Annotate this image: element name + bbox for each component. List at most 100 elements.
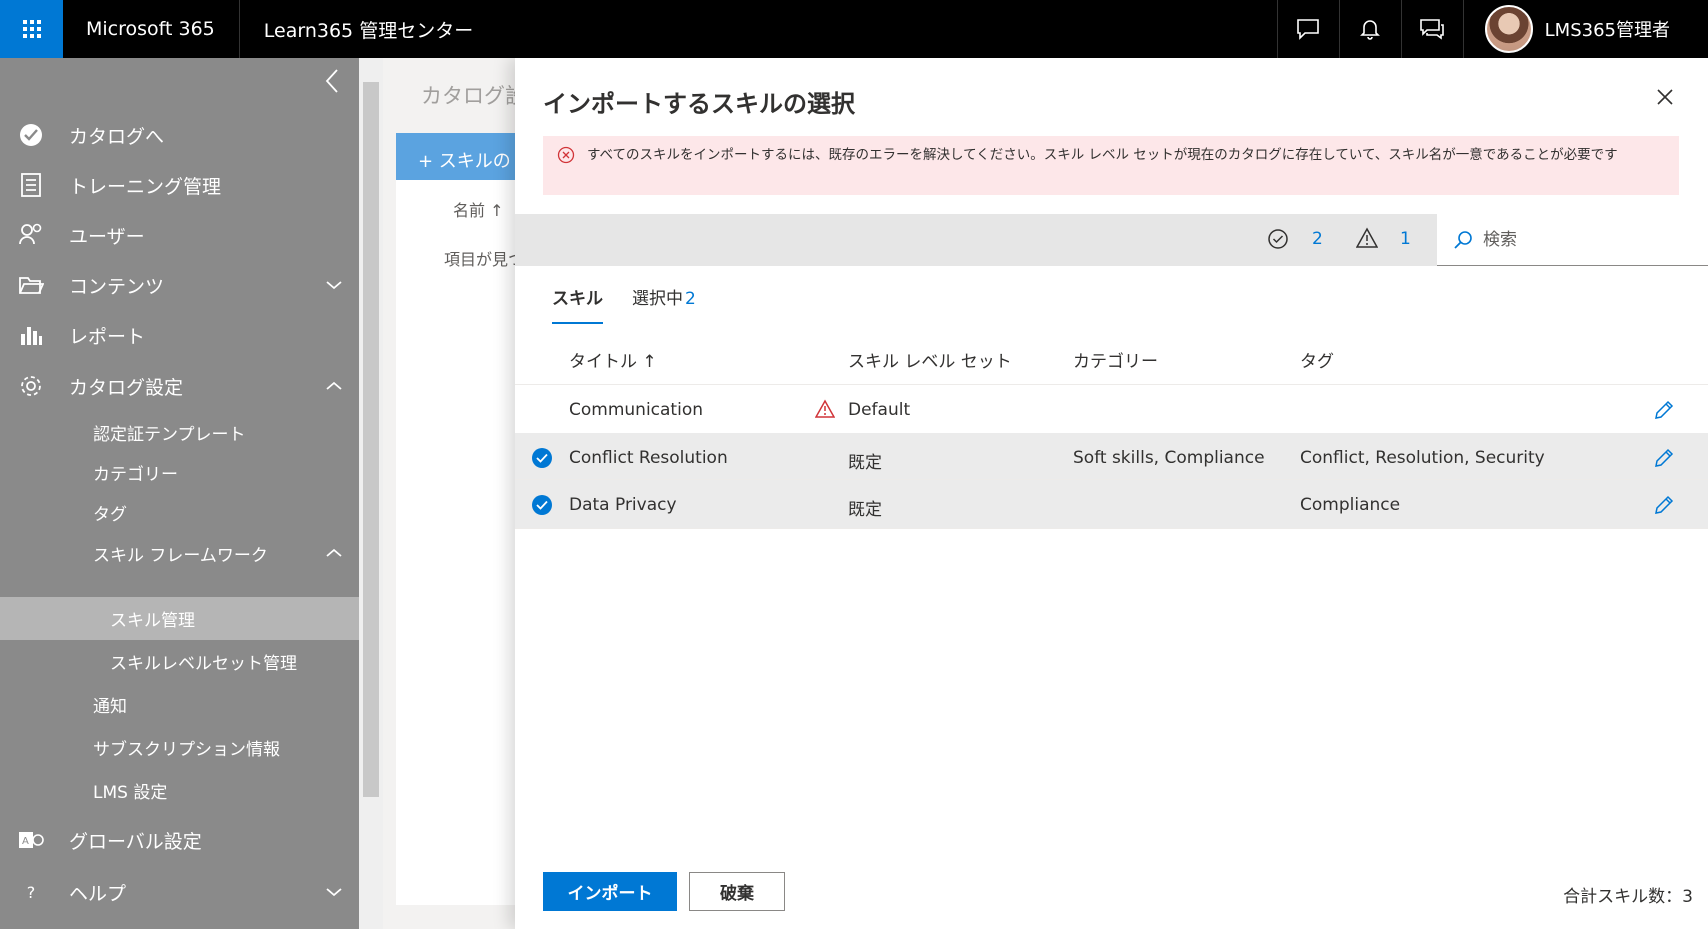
- background-list: [396, 180, 515, 905]
- sidebar: カタログへ トレーニング管理 ユーザー コンテンツ レポート カタログ設定 認定…: [0, 58, 359, 929]
- top-bar: Microsoft 365 Learn365 管理センター LMS365管理者: [0, 0, 1708, 58]
- sidebar-item-reports[interactable]: レポート: [0, 310, 359, 360]
- brand-label[interactable]: Microsoft 365: [63, 0, 240, 58]
- svg-text:A: A: [22, 836, 29, 847]
- empty-list-text: 項目が見つかりません: [444, 250, 515, 269]
- user-name: LMS365管理者: [1544, 20, 1670, 41]
- selected-check-icon[interactable]: [532, 448, 552, 468]
- avatar: [1484, 5, 1533, 53]
- skill-tags: Compliance: [1300, 495, 1401, 515]
- table-row[interactable]: Conflict Resolution 既定 Soft skills, Comp…: [515, 433, 1708, 480]
- folder-icon: [18, 272, 44, 298]
- edit-icon[interactable]: [1653, 494, 1675, 516]
- sidebar-item-label: サブスクリプション情報: [93, 740, 280, 760]
- skills-table: タイトル ↑ スキル レベル セット カテゴリー タグ Communicatio…: [515, 328, 1708, 529]
- warning-count[interactable]: 1: [1400, 229, 1411, 249]
- app-launcher-button[interactable]: [0, 0, 63, 58]
- skill-tags: Conflict, Resolution, Security: [1300, 448, 1545, 468]
- sidebar-item-catalog-settings[interactable]: カタログ設定: [0, 360, 359, 412]
- table-row[interactable]: Communication Default: [515, 385, 1708, 436]
- close-icon[interactable]: [1656, 88, 1674, 106]
- column-header-category[interactable]: カテゴリー: [1073, 347, 1158, 372]
- sidebar-item-skill-framework[interactable]: スキル フレームワーク: [0, 532, 359, 574]
- column-header-name[interactable]: 名前 ↑: [453, 197, 504, 221]
- search-input[interactable]: [1483, 229, 1703, 250]
- skill-title: Conflict Resolution: [569, 448, 728, 468]
- total-skills-count: 合計スキル数：3: [1563, 887, 1693, 907]
- panel-title: インポートするスキルの選択: [543, 90, 855, 118]
- chevron-up-icon: [326, 381, 342, 390]
- error-icon: [557, 146, 575, 164]
- sidebar-item-label: レポート: [69, 325, 146, 348]
- sidebar-item-contents[interactable]: コンテンツ: [0, 260, 359, 310]
- tab-label: 選択中: [632, 289, 683, 309]
- warning-icon: [1356, 227, 1378, 248]
- skill-title: Communication: [569, 400, 703, 420]
- app-title: Learn365 管理センター: [263, 19, 474, 42]
- sidebar-item-catalog[interactable]: カタログへ: [0, 110, 359, 160]
- panel-tabs: スキル 選択中 2: [552, 284, 725, 324]
- error-message-bar: すべてのスキルをインポートするには、既存のエラーを解決してください。スキル レベ…: [543, 136, 1679, 195]
- tab-skills[interactable]: スキル: [552, 284, 603, 324]
- sidebar-item-label: スキルレベルセット管理: [110, 654, 297, 674]
- column-header-level-set[interactable]: スキル レベル セット: [848, 347, 1012, 372]
- valid-count[interactable]: 2: [1312, 229, 1323, 249]
- sidebar-item-training[interactable]: トレーニング管理: [0, 160, 359, 210]
- sidebar-item-notifications[interactable]: 通知: [0, 683, 359, 726]
- sidebar-item-categories[interactable]: カテゴリー: [0, 452, 359, 492]
- skill-category: Soft skills, Compliance: [1073, 448, 1265, 468]
- chat-icon: [1297, 19, 1319, 40]
- chart-icon: [18, 322, 44, 348]
- chat-button[interactable]: [1276, 0, 1339, 58]
- sidebar-item-help[interactable]: ? ヘルプ: [0, 866, 359, 918]
- collapse-nav-button[interactable]: [324, 68, 340, 94]
- users-icon: [18, 222, 44, 248]
- sidebar-item-skill-level-sets[interactable]: スキルレベルセット管理: [0, 640, 359, 683]
- search-box[interactable]: [1437, 214, 1708, 266]
- waffle-icon: [22, 20, 41, 38]
- import-button[interactable]: インポート: [543, 872, 677, 911]
- import-skills-panel: インポートするスキルの選択 すべてのスキルをインポートするには、既存のエラーを解…: [515, 58, 1708, 929]
- catalog-icon: [18, 122, 44, 148]
- column-header-title[interactable]: タイトル ↑: [569, 347, 657, 372]
- sidebar-item-users[interactable]: ユーザー: [0, 210, 359, 260]
- valid-check-icon: [1268, 229, 1288, 249]
- tab-label: スキル: [552, 289, 603, 309]
- sidebar-item-skill-management[interactable]: スキル管理: [0, 597, 359, 640]
- sidebar-item-tags[interactable]: タグ: [0, 492, 359, 532]
- sidebar-item-subscription[interactable]: サブスクリプション情報: [0, 726, 359, 769]
- edit-icon[interactable]: [1653, 399, 1675, 421]
- page-title: カタログ設定: [421, 84, 515, 108]
- feedback-icon: [1420, 19, 1444, 40]
- edit-icon[interactable]: [1653, 447, 1675, 469]
- add-skill-button[interactable]: + スキルの: [396, 133, 515, 186]
- feedback-button[interactable]: [1400, 0, 1463, 58]
- sidebar-item-label: ヘルプ: [69, 882, 127, 905]
- global-settings-icon: A: [18, 827, 44, 853]
- sidebar-scrollbar-thumb[interactable]: [363, 82, 379, 797]
- discard-button[interactable]: 破棄: [689, 872, 785, 911]
- skill-level-set: 既定: [848, 500, 882, 520]
- sidebar-item-label: グローバル設定: [69, 830, 202, 853]
- table-row[interactable]: Data Privacy 既定 Compliance: [515, 480, 1708, 529]
- sidebar-item-label: スキル フレームワーク: [93, 545, 268, 566]
- skill-level-set: 既定: [848, 453, 882, 473]
- chevron-down-icon: [326, 281, 342, 290]
- gear-icon: [18, 373, 44, 399]
- sidebar-item-global-settings[interactable]: A グローバル設定: [0, 814, 359, 866]
- skill-title: Data Privacy: [569, 495, 677, 515]
- sidebar-item-label: ユーザー: [69, 225, 145, 248]
- table-header: タイトル ↑ スキル レベル セット カテゴリー タグ: [515, 328, 1708, 385]
- error-message-text: すべてのスキルをインポートするには、既存のエラーを解決してください。スキル レベ…: [587, 147, 1618, 163]
- selected-check-icon[interactable]: [532, 495, 552, 515]
- notifications-button[interactable]: [1338, 0, 1401, 58]
- sidebar-item-lms-settings[interactable]: LMS 設定: [0, 769, 359, 812]
- column-header-tags[interactable]: タグ: [1300, 347, 1334, 372]
- sidebar-item-label: タグ: [93, 504, 127, 525]
- tab-selected[interactable]: 選択中 2: [632, 284, 696, 324]
- selected-count: 2: [685, 289, 696, 309]
- sidebar-item-certificate-templates[interactable]: 認定証テンプレート: [0, 412, 359, 452]
- user-menu[interactable]: LMS365管理者: [1462, 0, 1708, 58]
- sidebar-item-label: カタログ設定: [69, 376, 184, 399]
- warning-icon[interactable]: [815, 399, 835, 419]
